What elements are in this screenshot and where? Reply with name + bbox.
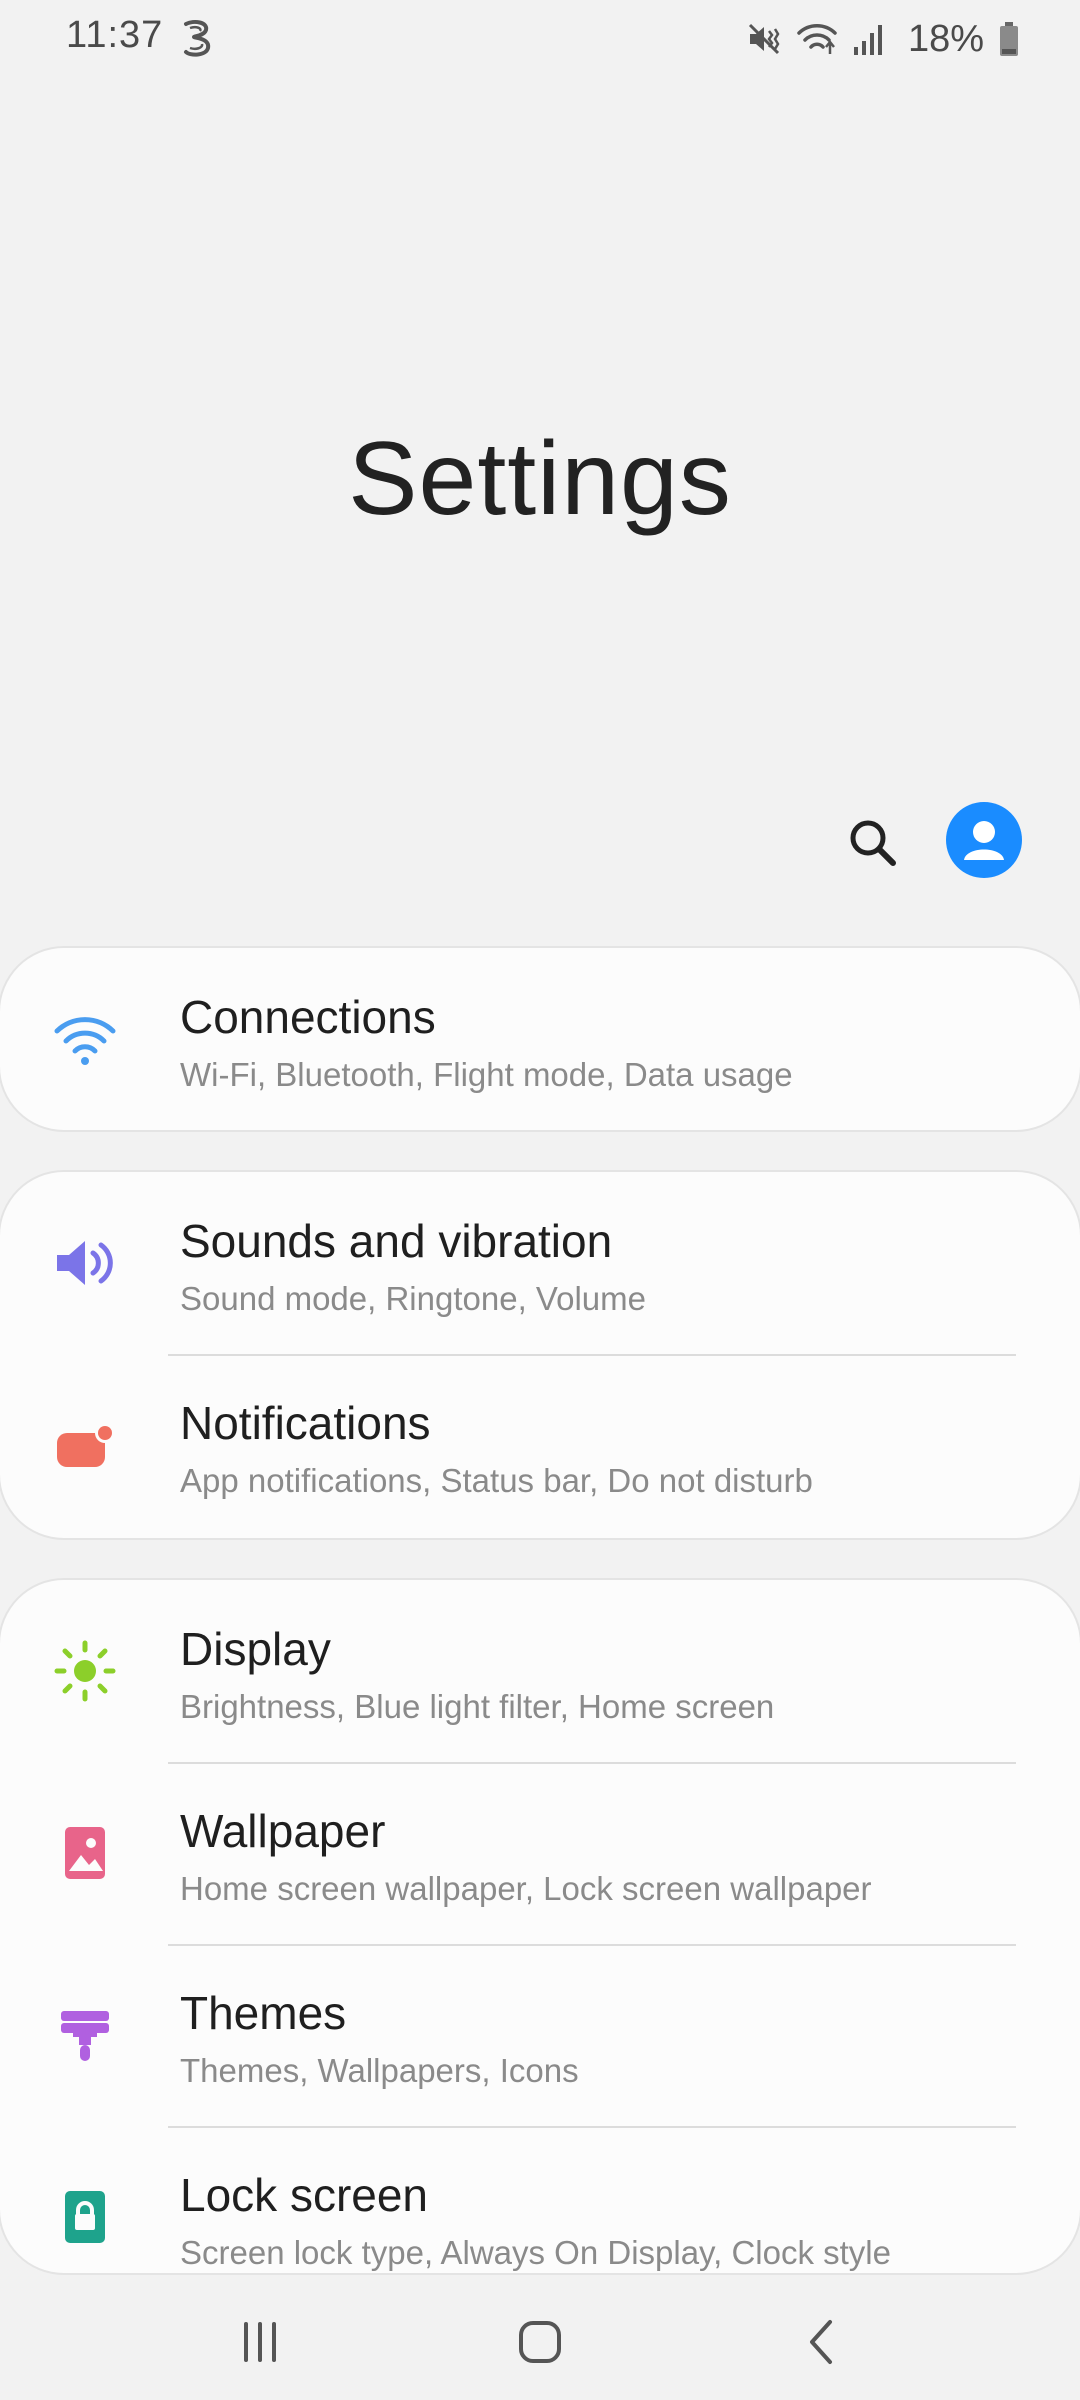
item-title: Display [180,1623,331,1675]
recent-apps-button[interactable] [220,2302,300,2382]
search-button[interactable] [838,808,908,878]
status-icons: 18% [746,14,1020,64]
item-title: Lock screen [180,2169,429,2221]
item-title: Wallpaper [180,1805,386,1857]
three-network-icon [180,18,214,58]
settings-group-display: Display Brightness, Blue light filter, H… [0,1580,1080,2273]
list-item-notifications[interactable]: Notifications App notifications, Status … [0,1354,1080,1536]
list-item-display[interactable]: Display Brightness, Blue light filter, H… [0,1580,1080,1762]
sun-icon [50,1636,120,1706]
lock-icon [50,2182,120,2252]
battery-icon [998,21,1020,57]
back-icon [810,2320,832,2364]
item-title: Themes [180,1987,347,2039]
page-title: Settings [348,421,732,537]
home-icon [519,2321,561,2363]
list-item-connections[interactable]: Connections Wi-Fi, Bluetooth, Flight mod… [0,948,1080,1130]
wifi-icon [50,1004,120,1074]
search-icon [850,820,896,866]
settings-screen: 11:37 18% Settings Connections Wi-Fi, Bl… [0,0,1080,2400]
settings-group-connections: Connections Wi-Fi, Bluetooth, Flight mod… [0,948,1080,1130]
item-title: Sounds and vibration [180,1215,613,1267]
speaker-icon [50,1228,120,1298]
item-title: Notifications [180,1397,431,1449]
item-subtitle: Brightness, Blue light filter, Home scre… [180,1688,775,1725]
item-title: Connections [180,991,436,1043]
battery-percent: 18% [907,17,984,60]
item-subtitle: Screen lock type, Always On Display, Clo… [180,2234,891,2271]
settings-group-sounds-notifications: Sounds and vibration Sound mode, Rington… [0,1172,1080,1538]
profile-button[interactable] [946,802,1022,878]
list-item-sounds-and-vibration[interactable]: Sounds and vibration Sound mode, Rington… [0,1172,1080,1354]
list-item-wallpaper[interactable]: Wallpaper Home screen wallpaper, Lock sc… [0,1762,1080,1944]
item-subtitle: Wi-Fi, Bluetooth, Flight mode, Data usag… [180,1056,793,1093]
item-subtitle: Sound mode, Ringtone, Volume [180,1280,646,1317]
signal-icon [852,21,884,57]
list-item-lock-screen[interactable]: Lock screen Screen lock type, Always On … [0,2126,1080,2273]
picture-icon [50,1818,120,1888]
wifi-icon [796,21,838,57]
item-subtitle: Home screen wallpaper, Lock screen wallp… [180,1870,872,1907]
item-subtitle: Themes, Wallpapers, Icons [180,2052,579,2089]
mute-vibrate-icon [746,21,782,57]
back-button[interactable] [782,2302,862,2382]
notification-badge-icon [50,1410,120,1480]
status-bar: 11:37 18% [0,0,1080,80]
item-subtitle: App notifications, Status bar, Do not di… [180,1462,813,1499]
list-item-themes[interactable]: Themes Themes, Wallpapers, Icons [0,1944,1080,2126]
recent-apps-icon [244,2322,276,2362]
paintbrush-icon [50,2000,120,2070]
home-button[interactable] [500,2302,580,2382]
status-time: 11:37 [66,14,164,56]
navigation-bar [0,2280,1080,2400]
profile-avatar-icon [964,821,1004,860]
